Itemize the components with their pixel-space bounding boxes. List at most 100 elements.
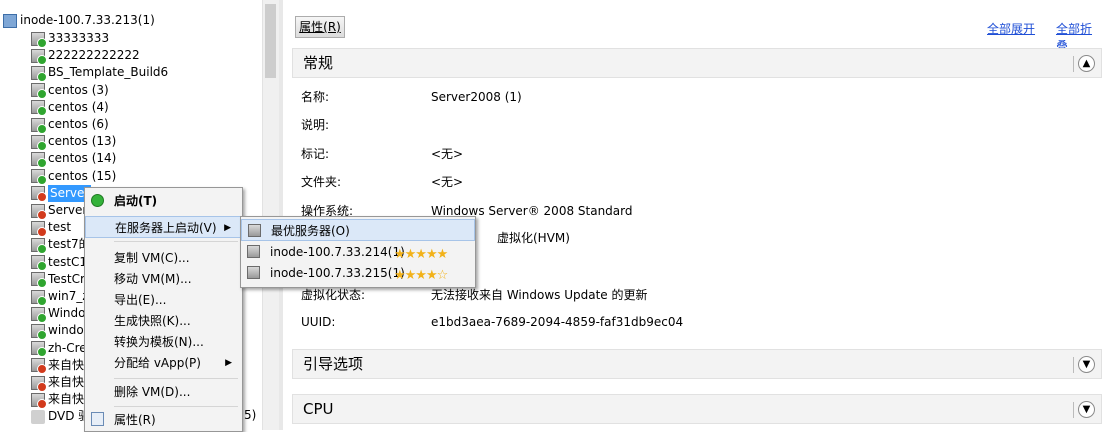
menu-copy-vm[interactable]: 复制 VM(C)... xyxy=(85,247,242,269)
tree-item-vm[interactable]: 来自快 xyxy=(31,391,84,409)
tree-root-label: inode-100.7.33.213(1) xyxy=(20,13,155,27)
tree-item-label: centos (13) xyxy=(48,134,117,149)
best-server-icon xyxy=(248,224,261,237)
general-section: 常规 ▲ xyxy=(292,48,1102,78)
menu-delete-vm[interactable]: 删除 VM(D)... xyxy=(85,381,242,403)
tree-item-vm[interactable]: win7_z xyxy=(31,288,89,306)
tree-item-label: centos (15) xyxy=(48,168,117,183)
tree-item-vm[interactable]: 来自快 xyxy=(31,374,84,392)
tree-item-vm[interactable]: centos (13) xyxy=(31,133,117,151)
vm-running-icon xyxy=(31,341,47,358)
tree-item-vm[interactable]: Windo xyxy=(31,305,86,323)
vm-running-icon xyxy=(31,134,47,151)
tree-item-vm[interactable]: centos (3) xyxy=(31,82,109,100)
boot-options-header[interactable]: 引导选项 ▼ xyxy=(292,349,1102,379)
tree-item-label: windo xyxy=(48,323,84,338)
properties-panel: 属性(R) 全部展开 全部折叠 常规 ▲ 名称: Server2008 (1) 说明… xyxy=(283,0,1102,430)
properties-button[interactable]: 属性(R) xyxy=(295,16,345,38)
tree-item-vm[interactable]: 来自快 xyxy=(31,357,85,375)
property-label: 名称: xyxy=(301,90,330,104)
property-value: Server2008 (1) xyxy=(431,90,522,104)
vm-stopped-icon xyxy=(31,392,47,409)
vm-running-icon xyxy=(31,100,47,117)
vm-running-icon xyxy=(31,255,47,272)
tree-item-label: Server xyxy=(48,203,88,217)
submenu-best-server[interactable]: 最优服务器(O) xyxy=(241,219,475,241)
menu-properties[interactable]: 属性(R) xyxy=(85,409,242,431)
tree-item-vm[interactable]: centos (4) xyxy=(31,99,109,117)
menu-convert-template[interactable]: 转换为模板(N)... xyxy=(85,331,242,353)
tree-item-partial-label: 5) xyxy=(244,408,257,422)
collapse-chevron-up-icon[interactable]: ▲ xyxy=(1078,55,1095,72)
tree-item-vm[interactable]: TestCr xyxy=(31,271,85,289)
property-value: e1bd3aea-7689-2094-4859-faf31db9ec04 xyxy=(431,315,684,329)
cpu-section: CPU ▼ xyxy=(292,394,1102,424)
expand-chevron-down-icon[interactable]: ▼ xyxy=(1078,356,1095,373)
menu-start-on-server[interactable]: 在服务器上启动(V) ▶ xyxy=(85,216,242,238)
vm-running-icon xyxy=(31,117,47,134)
general-section-title: 常规 xyxy=(303,54,334,72)
tree-item-label: 222222222222 xyxy=(48,48,140,63)
menu-export[interactable]: 导出(E)... xyxy=(85,289,242,311)
tree-item-vm[interactable]: testC1 xyxy=(31,254,88,272)
submenu-server-item[interactable]: inode-100.7.33.214(1) ★★★★★ xyxy=(241,241,475,263)
tree-item-vm[interactable]: Server xyxy=(31,202,88,220)
vm-stopped-icon xyxy=(31,375,47,392)
vm-running-icon xyxy=(31,151,47,168)
menu-move-vm[interactable]: 移动 VM(M)... xyxy=(85,268,242,290)
tree-item-vm[interactable]: 222222222222 xyxy=(31,47,140,65)
expand-all-link[interactable]: 全部展开 xyxy=(987,20,1035,37)
tree-item-vm[interactable]: centos (14) xyxy=(31,150,116,168)
expand-chevron-down-icon[interactable]: ▼ xyxy=(1078,401,1095,418)
boot-options-title: 引导选项 xyxy=(303,355,364,373)
tree-item-vm[interactable]: test xyxy=(31,219,72,237)
menu-snapshot[interactable]: 生成快照(K)... xyxy=(85,310,242,332)
rating-stars: ★★★★☆ xyxy=(394,268,448,283)
cpu-header[interactable]: CPU ▼ xyxy=(292,394,1102,424)
tree-item-vm[interactable]: Server xyxy=(31,184,92,203)
tree-item-vm[interactable]: 33333333 xyxy=(31,30,110,48)
vm-running-icon xyxy=(31,237,47,254)
vm-stopped-icon xyxy=(31,186,47,203)
server-submenu: 最优服务器(O) inode-100.7.33.214(1) ★★★★★ inode… xyxy=(240,216,476,288)
menu-start[interactable]: 启动(T) xyxy=(85,190,242,212)
property-label: 文件夹: xyxy=(301,175,342,189)
tree-scrollbar[interactable] xyxy=(262,0,279,430)
tree-item-label: 来自快 xyxy=(48,357,85,372)
tree-item-label: 33333333 xyxy=(48,31,110,45)
boot-options-section: 引导选项 ▼ xyxy=(292,349,1102,379)
submenu-server-item[interactable]: inode-100.7.33.215(1) ★★★★☆ xyxy=(241,262,475,284)
tree-item-vm[interactable]: zh-Cre xyxy=(31,340,87,358)
vm-stopped-icon xyxy=(31,358,47,375)
vm-running-icon xyxy=(31,306,47,323)
tree-item-vm[interactable]: DVD 驱 xyxy=(31,408,90,425)
tree-item-vm[interactable]: centos (6) xyxy=(31,116,109,134)
properties-icon xyxy=(91,412,104,426)
property-label: 标记: xyxy=(301,147,330,161)
tree-item-label: zh-Cre xyxy=(48,340,87,355)
tree-item-label: test xyxy=(48,220,72,235)
tree-item-vm[interactable]: BS_Template_Build6 xyxy=(31,64,168,82)
property-label: UUID: xyxy=(301,315,336,329)
vm-running-icon xyxy=(31,83,47,100)
host-server-icon xyxy=(3,13,17,28)
tree-item-label: centos (6) xyxy=(48,117,109,131)
tree-item-vm[interactable]: test7的 xyxy=(31,236,91,254)
server-icon xyxy=(247,266,260,279)
dvd-drive-icon xyxy=(31,409,45,424)
vm-running-icon xyxy=(31,323,47,340)
tree-item-label: testC1 xyxy=(48,254,88,269)
scrollbar-thumb[interactable] xyxy=(265,4,276,78)
submenu-arrow-icon: ▶ xyxy=(225,358,232,368)
general-section-header[interactable]: 常规 ▲ xyxy=(292,48,1102,78)
tree-root-host[interactable]: inode-100.7.33.213(1) xyxy=(3,12,155,29)
tree-item-label: Windo xyxy=(48,306,86,321)
vm-running-icon xyxy=(31,169,47,186)
vm-running-icon xyxy=(31,272,47,289)
vm-running-icon xyxy=(31,48,47,65)
property-value: <无> xyxy=(431,147,464,161)
tree-item-vm[interactable]: windo xyxy=(31,322,84,340)
tree-item-vm[interactable]: centos (15) xyxy=(31,168,117,186)
menu-assign-vapp[interactable]: 分配给 vApp(P) ▶ xyxy=(85,352,242,374)
vm-stopped-icon xyxy=(31,220,47,237)
